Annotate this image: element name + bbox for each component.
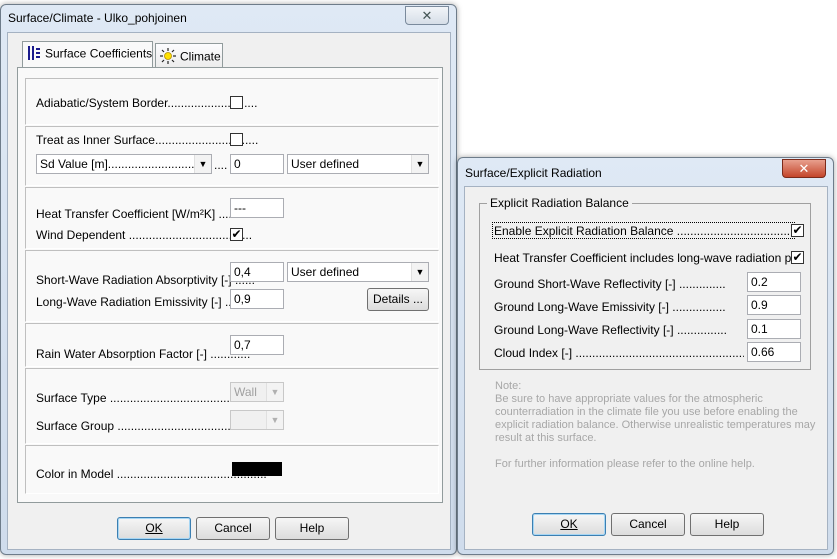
sd-value-select[interactable]: Sd Value [m]............................… (36, 154, 212, 174)
chevron-down-icon: ▼ (266, 411, 283, 429)
help-button[interactable]: Help (690, 513, 764, 536)
ok-button[interactable]: OK (117, 517, 191, 540)
tab-label: Climate (180, 49, 221, 64)
cancel-button[interactable]: Cancel (611, 513, 685, 536)
help-button[interactable]: Help (275, 517, 349, 540)
adiabatic-checkbox[interactable] (230, 96, 243, 109)
cloud-index-label: Cloud Index [-] ........................… (494, 346, 744, 360)
dialog-client: Explicit Radiation Balance Enable Explic… (464, 186, 828, 550)
close-button[interactable]: ✕ (782, 159, 826, 178)
surface-group-select[interactable]: ▼ (230, 410, 284, 430)
ground-long-wave-reflectivity-input[interactable]: 0.1 (747, 319, 801, 339)
ground-long-wave-emissivity-input[interactable]: 0.9 (747, 295, 801, 315)
ok-button[interactable]: OK (532, 513, 606, 536)
wind-dependent-checkbox[interactable]: ✔ (230, 228, 243, 241)
help-label: Help (714, 517, 740, 531)
tab-surface-coefficients[interactable]: Surface Coefficients (22, 41, 153, 67)
color-swatch[interactable] (232, 462, 282, 476)
sd-value-input[interactable]: 0 (230, 154, 284, 174)
close-button[interactable]: ✕ (405, 6, 449, 25)
cancel-button[interactable]: Cancel (196, 517, 270, 540)
help-label: Help (299, 521, 325, 535)
note-line: result at this surface. (495, 432, 597, 444)
tab-label: Surface Coefficients (45, 46, 153, 61)
note-line: Be sure to have appropriate values for t… (495, 393, 763, 405)
ok-label: OK (145, 521, 163, 535)
rain-absorption-label: Rain Water Absorption Factor [-] .......… (36, 347, 251, 361)
ground-long-wave-reflectivity-label: Ground Long-Wave Reflectivity [-] ......… (494, 323, 726, 337)
window-title: Surface/Explicit Radiation (465, 166, 602, 180)
htc-input[interactable]: --- (230, 198, 284, 218)
group-title: Explicit Radiation Balance (487, 196, 632, 210)
ground-long-wave-emissivity-label: Ground Long-Wave Emissivity [-] ........… (494, 300, 726, 314)
inner-surface-label: Treat as Inner Surface..................… (36, 133, 259, 147)
short-wave-mode-select[interactable]: User defined ▼ (287, 262, 429, 282)
ok-label: OK (560, 517, 578, 531)
short-wave-mode-label: User defined (291, 265, 360, 279)
chevron-down-icon: ▼ (194, 155, 211, 173)
enable-explicit-radiation-label: Enable Explicit Radiation Balance ......… (494, 224, 793, 238)
ground-short-wave-reflectivity-input[interactable]: 0.2 (747, 272, 801, 292)
note-title: Note: (495, 380, 522, 392)
sd-dots: .... (214, 158, 228, 172)
chevron-down-icon: ▼ (411, 263, 428, 281)
note-further-info: For further information please refer to … (495, 458, 755, 470)
sd-value-select-label: Sd Value [m]............................… (40, 157, 212, 171)
inner-surface-checkbox[interactable] (230, 133, 243, 146)
ground-short-wave-reflectivity-label: Ground Short-Wave Reflectivity [-] .....… (494, 277, 726, 291)
rain-absorption-input[interactable]: 0,7 (230, 335, 284, 355)
note-line: explicit radiation balance. Otherwise un… (495, 419, 816, 431)
cancel-label: Cancel (629, 517, 667, 531)
wind-dependent-label: Wind Dependent .........................… (36, 228, 253, 242)
cloud-index-input[interactable]: 0.66 (747, 342, 801, 362)
tab-climate[interactable]: Climate (155, 43, 223, 67)
note-line: counterradiation in the climate file you… (495, 406, 798, 418)
window-title: Surface/Climate - Ulko_pohjoinen (8, 11, 187, 25)
adiabatic-label: Adiabatic/System Border.................… (36, 96, 258, 110)
long-wave-emissivity-label: Long-Wave Radiation Emissivity [-] .....… (36, 295, 255, 309)
htc-includes-longwave-checkbox[interactable]: ✔ (791, 251, 804, 264)
enable-explicit-radiation-checkbox[interactable]: ✔ (791, 224, 804, 237)
cancel-label: Cancel (214, 521, 252, 535)
dialog-client: Surface Coefficients Climate Adiabatic/S… (7, 32, 451, 550)
surface-type-value: Wall (234, 385, 257, 399)
chevron-down-icon: ▼ (411, 155, 428, 173)
surface-coefficients-icon (27, 46, 41, 63)
chevron-down-icon: ▼ (266, 383, 283, 401)
surface-type-select[interactable]: Wall ▼ (230, 382, 284, 402)
htc-label: Heat Transfer Coefficient [W/m²K] ......… (36, 207, 249, 221)
short-wave-absorptivity-input[interactable]: 0,4 (230, 262, 284, 282)
short-wave-absorptivity-label: Short-Wave Radiation Absorptivity [-] ..… (36, 273, 255, 287)
explicit-radiation-window: Surface/Explicit Radiation ✕ Explicit Ra… (457, 157, 834, 555)
surface-climate-window: Surface/Climate - Ulko_pohjoinen ✕ Surfa… (0, 4, 457, 555)
sun-icon (160, 48, 176, 67)
long-wave-emissivity-input[interactable]: 0,9 (230, 289, 284, 309)
htc-includes-longwave-label: Heat Transfer Coefficient includes long-… (494, 251, 791, 265)
details-button[interactable]: Details ... (367, 288, 429, 311)
sd-mode-label: User defined (291, 157, 360, 171)
sd-mode-select[interactable]: User defined ▼ (287, 154, 429, 174)
